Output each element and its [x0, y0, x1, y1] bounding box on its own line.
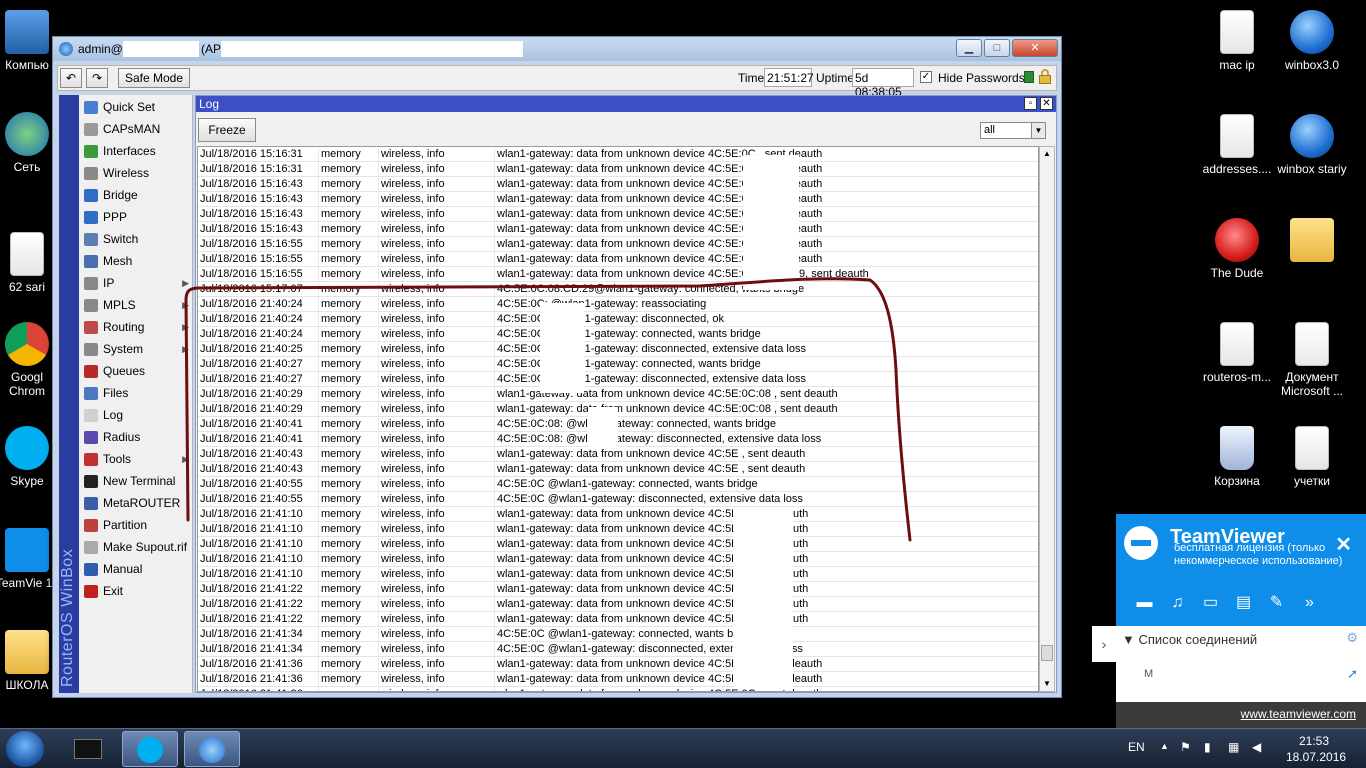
teamviewer-close-button[interactable]: ✕ — [1335, 532, 1352, 557]
tray-expand-icon[interactable]: ▲ — [1160, 741, 1169, 751]
chat-icon[interactable]: ▭ — [1194, 592, 1227, 612]
headset-icon[interactable]: ♫ — [1161, 594, 1194, 612]
tray-flag-icon[interactable]: ⚑ — [1180, 740, 1191, 754]
winbox-icon — [199, 737, 225, 763]
connections-label[interactable]: ▼ Список соединений — [1122, 632, 1257, 647]
taskbar-skype[interactable] — [122, 731, 178, 767]
panel-collapse-icon[interactable]: › — [1092, 626, 1116, 662]
tray-volume-icon[interactable]: ◀ — [1252, 740, 1261, 754]
taskbar-winbox[interactable] — [184, 731, 240, 767]
skype-icon — [137, 737, 163, 763]
video-icon[interactable]: ▬ — [1128, 594, 1161, 612]
teamviewer-footer: www.teamviewer.com — [1116, 702, 1366, 728]
language-indicator[interactable]: EN — [1128, 740, 1145, 754]
tools-icon[interactable]: ✎ — [1260, 592, 1293, 612]
taskbar: EN ▲ ⚑ ▮ ▦ ◀ 21:53 18.07.2016 — [0, 728, 1366, 768]
connect-arrow-icon[interactable]: ➚ — [1347, 666, 1358, 682]
teamviewer-logo-icon — [1124, 526, 1158, 560]
clock-date[interactable]: 18.07.2016 — [1286, 750, 1346, 764]
start-button[interactable] — [6, 731, 44, 767]
tray-network-icon[interactable]: ▦ — [1228, 740, 1239, 754]
partner-id-field[interactable]: М — [1144, 668, 1153, 680]
gear-icon[interactable]: ⚙ — [1346, 630, 1358, 646]
files-icon[interactable]: ▤ — [1227, 592, 1260, 612]
teamviewer-link[interactable]: www.teamviewer.com — [1241, 707, 1356, 721]
taskbar-cmd[interactable] — [60, 731, 116, 767]
tray-battery-icon[interactable]: ▮ — [1204, 740, 1211, 754]
teamviewer-toolbar: ▬ ♫ ▭ ▤ ✎» — [1128, 592, 1326, 612]
teamviewer-license-text: бесплатная лицензия (только некоммерческ… — [1174, 542, 1343, 567]
clock-time[interactable]: 21:53 — [1299, 734, 1329, 748]
connections-list: ▼ Список соединений ⚙ М ➚ — [1116, 626, 1366, 702]
teamviewer-panel: TeamViewer бесплатная лицензия (только н… — [1092, 514, 1366, 728]
expand-icon[interactable]: » — [1293, 594, 1326, 612]
cmd-icon — [74, 739, 102, 759]
